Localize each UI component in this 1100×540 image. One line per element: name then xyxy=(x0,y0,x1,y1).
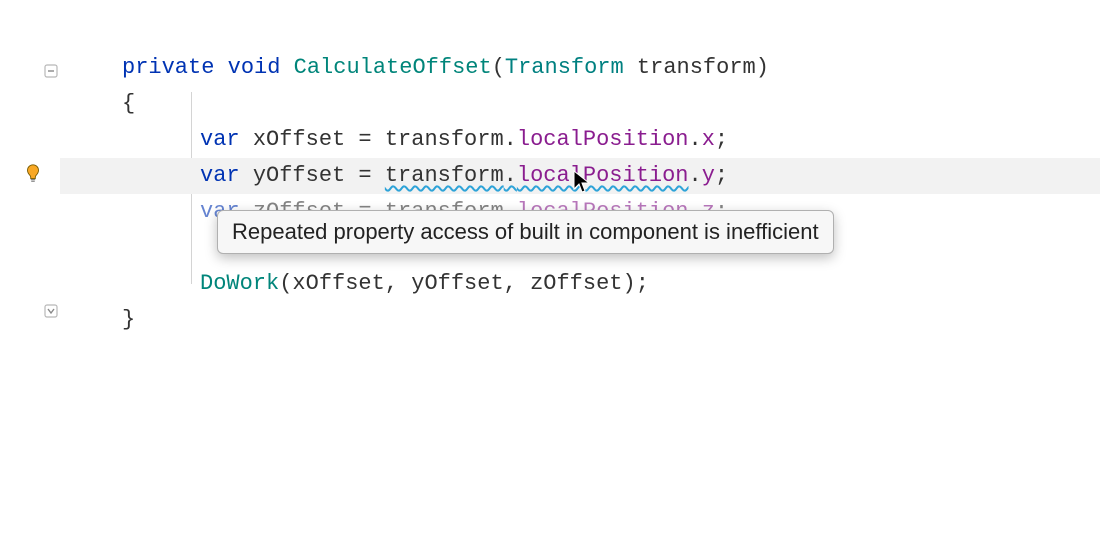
inspection-highlight[interactable]: transform.localPosition xyxy=(385,163,689,188)
semicolon: ; xyxy=(636,271,649,296)
method-call: DoWork xyxy=(200,271,279,296)
var-name: xOffset xyxy=(253,127,345,152)
fold-open-icon[interactable] xyxy=(44,60,58,74)
code-line[interactable]: var xOffset = transform.localPosition.x; xyxy=(60,122,1100,158)
arg: zOffset xyxy=(530,271,622,296)
arg: xOffset xyxy=(292,271,384,296)
code-editor[interactable]: private void CalculateOffset(Transform t… xyxy=(0,0,1100,540)
equals: = xyxy=(345,127,385,152)
param-name: transform xyxy=(637,55,756,80)
member: x xyxy=(702,127,715,152)
code-line[interactable]: { xyxy=(60,86,1100,122)
inspection-tooltip: Repeated property access of built in com… xyxy=(217,210,834,254)
property: localPosition xyxy=(517,163,689,188)
fold-close-icon[interactable] xyxy=(44,300,58,314)
keyword-var: var xyxy=(200,163,240,188)
keyword-var: var xyxy=(200,127,240,152)
lightbulb-icon[interactable] xyxy=(22,163,44,185)
keyword-void: void xyxy=(228,55,281,80)
code-area[interactable]: private void CalculateOffset(Transform t… xyxy=(60,0,1100,540)
param-type: Transform xyxy=(505,55,624,80)
semicolon: ; xyxy=(715,127,728,152)
equals: = xyxy=(345,163,385,188)
object-ref: transform xyxy=(385,127,504,152)
dot: . xyxy=(504,127,517,152)
rparen: ) xyxy=(756,55,769,80)
method-name: CalculateOffset xyxy=(294,55,492,80)
close-brace: } xyxy=(122,307,135,332)
dot: . xyxy=(689,127,702,152)
gutter xyxy=(0,0,60,540)
code-line[interactable]: } xyxy=(60,302,1100,338)
var-name: yOffset xyxy=(253,163,345,188)
open-brace: { xyxy=(122,91,135,116)
member: y xyxy=(702,163,715,188)
arg: yOffset xyxy=(411,271,503,296)
lparen: ( xyxy=(492,55,505,80)
keyword-private: private xyxy=(122,55,214,80)
rparen: ) xyxy=(623,271,636,296)
comma: , xyxy=(385,271,411,296)
lparen: ( xyxy=(279,271,292,296)
tooltip-text: Repeated property access of built in com… xyxy=(232,219,819,244)
property: localPosition xyxy=(517,127,689,152)
semicolon: ; xyxy=(715,163,728,188)
mouse-cursor-icon xyxy=(573,170,591,194)
object-ref: transform xyxy=(385,163,504,188)
dot: . xyxy=(504,163,517,188)
code-line[interactable]: DoWork(xOffset, yOffset, zOffset); xyxy=(60,266,1100,302)
dot: . xyxy=(689,163,702,188)
comma: , xyxy=(504,271,530,296)
code-line[interactable]: private void CalculateOffset(Transform t… xyxy=(60,50,1100,86)
